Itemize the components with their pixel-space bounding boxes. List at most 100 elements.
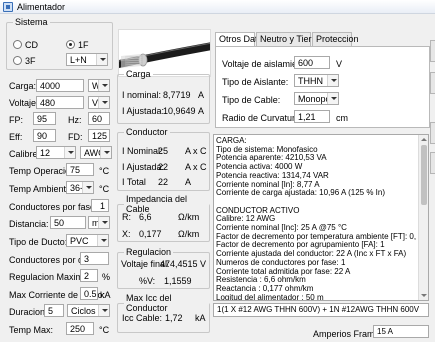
icc-group-legend: Max Icc del Conductor xyxy=(126,293,172,313)
otros-datos-panel: Voltaje de aislamiento: 600 V Tipo de Ai… xyxy=(215,46,430,128)
report-scrollbar[interactable] xyxy=(418,135,428,300)
duracion-input[interactable]: 5 xyxy=(44,304,64,317)
conductor-itotal-unit: A xyxy=(185,177,192,187)
conductor-iajustada-value: 22 xyxy=(158,162,169,172)
config-value: L+N xyxy=(70,55,87,65)
tipo-aislante-label: Tipo de Aislante: xyxy=(222,77,289,87)
tipo-ducto-select[interactable]: PVC xyxy=(66,234,109,247)
fd-label: FD: xyxy=(68,132,83,142)
regulacion-maxima-label: Regulacion Maxima: xyxy=(9,272,91,282)
edge-button-2[interactable] xyxy=(430,72,435,94)
inominal-value: 8,7719 xyxy=(163,90,191,100)
eff-input[interactable]: 90 xyxy=(33,129,56,142)
chevron-down-icon xyxy=(100,147,111,158)
tipo-cable-select[interactable]: Monopolar xyxy=(294,92,339,105)
voltaje-unit-select[interactable]: V xyxy=(88,96,110,109)
inominal-label: I nominal: xyxy=(122,90,162,100)
tab-neutro-tierra[interactable]: Neutro y Tierra xyxy=(256,32,320,46)
r-unit: Ω/km xyxy=(178,212,200,222)
summary-field[interactable]: 1(1 X #12 AWG THHN 600V) + 1N #12AWG THH… xyxy=(213,303,429,317)
tipo-aislante-select[interactable]: THHN xyxy=(294,74,339,87)
edge-button-4[interactable] xyxy=(430,152,435,174)
inominal-unit: A xyxy=(198,90,205,100)
max-corriente-corto-input[interactable]: 0.5 xyxy=(80,287,98,300)
amperios-frame-field[interactable]: 15 A xyxy=(373,325,429,338)
voltaje-label: Voltaje: xyxy=(9,98,39,108)
radio-curvatura-input[interactable]: 1,21 xyxy=(294,110,330,123)
tipo-ducto-value: PVC xyxy=(70,236,89,246)
conductor-itotal-value: 22 xyxy=(158,177,169,187)
conductores-fase-label: Conductores por fase: xyxy=(9,202,98,212)
chevron-down-icon xyxy=(96,54,107,65)
conductor-group-legend: Conductor xyxy=(126,127,168,137)
x-value: 0,177 xyxy=(139,229,162,239)
temp-operacion-input[interactable]: 75 xyxy=(66,163,94,176)
distancia-unit-select[interactable]: m xyxy=(88,216,110,229)
distancia-label: Distancia: xyxy=(9,219,49,229)
tab-otros-datos[interactable]: Otros Datos xyxy=(215,32,267,47)
duracion-unit-select[interactable]: Ciclos xyxy=(67,304,110,317)
hz-input[interactable]: 60 xyxy=(88,112,110,125)
conductor-itotal-label: I Total xyxy=(122,177,146,187)
conductores-ducto-input[interactable]: 3 xyxy=(80,252,109,265)
temp-max-unit: °C xyxy=(99,325,110,335)
calibre-select[interactable]: 12 xyxy=(36,146,76,159)
distancia-input[interactable]: 50 xyxy=(50,216,86,229)
voltaje-input[interactable]: 480 xyxy=(36,96,84,109)
temp-max-input[interactable]: 250 xyxy=(66,322,94,335)
temp-ambiente-select[interactable]: 36-40 xyxy=(66,181,94,194)
regulacion-maxima-input[interactable]: 2 xyxy=(80,269,98,282)
iajustada-unit: A xyxy=(198,106,205,116)
voltaje-final-unit: V xyxy=(200,259,207,269)
radio-1f[interactable] xyxy=(66,40,75,49)
scroll-thumb[interactable] xyxy=(421,145,427,205)
report-textarea[interactable]: CARGA: Tipo de sistema: Monofasico Potenci… xyxy=(213,134,429,301)
chevron-down-icon xyxy=(64,147,75,158)
title-bar: Alimentador xyxy=(0,0,435,14)
conductores-fase-input[interactable]: 1 xyxy=(91,199,109,212)
voltaje-aislamiento-input[interactable]: 600 xyxy=(294,56,330,69)
radio-1f-label: 1F xyxy=(78,40,89,50)
radio-curvatura-label: Radio de Curvatura: xyxy=(222,113,303,123)
pct-v-value: 1,1559 xyxy=(164,276,192,286)
tab-proteccion[interactable]: Proteccion xyxy=(312,32,359,46)
r-value: 6,6 xyxy=(139,212,152,222)
fd-input[interactable]: 125 xyxy=(88,129,110,142)
carga-unit-select[interactable]: W xyxy=(88,79,110,92)
icc-cable-value: 1,72 xyxy=(165,313,183,323)
calibre-unit-select[interactable]: AWG xyxy=(80,146,112,159)
chevron-down-icon xyxy=(98,217,109,228)
voltaje-aislamiento-unit: V xyxy=(336,59,343,69)
radio-cd[interactable] xyxy=(13,40,22,49)
chevron-down-icon xyxy=(98,97,109,108)
temp-max-label: Temp Max: xyxy=(9,325,54,335)
max-corriente-corto-unit: kA xyxy=(100,290,111,300)
conductor-inominal-label: I Nominal: xyxy=(122,146,163,156)
iajustada-label: I Ajustada: xyxy=(122,106,165,116)
conductor-inominal-unit: A x C xyxy=(185,146,207,156)
window-title: Alimentador xyxy=(17,2,66,12)
temp-operacion-unit: °C xyxy=(99,166,110,176)
temp-ambiente-unit: °C xyxy=(99,184,110,194)
chevron-down-icon xyxy=(82,182,93,193)
icc-cable-label: Icc Cable: xyxy=(122,313,163,323)
report-line: Logitud del alimentador : 50 m xyxy=(216,292,324,301)
fp-input[interactable]: 95 xyxy=(33,112,56,125)
tipo-aislante-value: THHN xyxy=(298,76,323,86)
r-label: R: xyxy=(122,212,131,222)
fp-label: FP: xyxy=(9,115,24,125)
conductor-inominal-value: 25 xyxy=(158,146,169,156)
duracion-unit-value: Ciclos xyxy=(71,306,96,316)
chevron-down-icon xyxy=(97,235,108,246)
radio-3f[interactable] xyxy=(13,56,22,65)
config-select[interactable]: L+N xyxy=(66,53,108,66)
hz-label: Hz: xyxy=(68,115,82,125)
scroll-down-icon[interactable] xyxy=(421,294,427,297)
carga-input[interactable]: 4000 xyxy=(36,79,84,92)
radio-curvatura-unit: cm xyxy=(336,113,348,123)
edge-button-1[interactable] xyxy=(430,40,435,62)
scroll-up-icon[interactable] xyxy=(421,138,427,141)
edge-button-3[interactable] xyxy=(430,122,435,144)
carga-label: Carga: xyxy=(9,81,37,91)
voltaje-final-value: 474,4515 xyxy=(160,259,198,269)
